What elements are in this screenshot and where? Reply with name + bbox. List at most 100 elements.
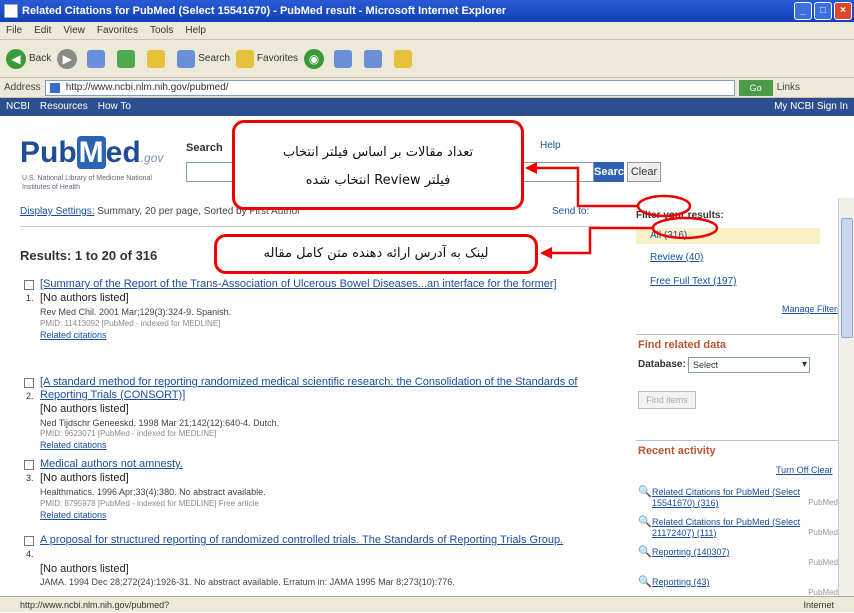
star-icon <box>235 49 254 68</box>
refresh-icon <box>117 49 136 68</box>
menu-file[interactable]: File <box>6 22 22 39</box>
search-submit-button[interactable]: Search <box>594 162 631 182</box>
search-button[interactable]: Search <box>177 46 230 72</box>
mail-button[interactable] <box>334 46 358 72</box>
result-journal: JAMA. 1994 Dec 28;272(24):1926-31. No ab… <box>40 577 455 587</box>
ncbi-bar: NCBI Resources How To My NCBI Sign In <box>0 98 854 116</box>
result-title-link[interactable]: A proposal for structured reporting of r… <box>40 534 600 547</box>
filter-review[interactable]: Review (40) <box>650 252 703 263</box>
menu-favorites[interactable]: Favorites <box>97 22 138 39</box>
result-journal: Healthmatics. 1996 Apr;33(4):380. No abs… <box>40 487 266 497</box>
print-button[interactable] <box>364 46 388 72</box>
send-to-link[interactable]: Send to: <box>552 206 589 217</box>
toolbar: ◀ Back ▶ Search Favorites ◉ <box>0 40 854 78</box>
help-link[interactable]: Help <box>540 140 561 151</box>
menu-edit[interactable]: Edit <box>34 22 51 39</box>
result-journal: Rev Med Chil. 2001 Mar;129(3):324-9. Spa… <box>40 307 232 317</box>
menu-view[interactable]: View <box>63 22 85 39</box>
folder-icon <box>394 49 413 68</box>
display-settings-link[interactable]: Display Settings: <box>20 206 94 217</box>
pubmed-logo[interactable]: PubMed.gov <box>20 136 163 170</box>
result-authors: [No authors listed] <box>40 563 129 575</box>
related-citations-link[interactable]: Related citations <box>40 510 107 520</box>
find-items-button[interactable]: Find items <box>638 391 696 409</box>
stop-icon <box>87 49 106 68</box>
search-query-icon: 🔍 <box>638 486 652 498</box>
database-select[interactable]: Select <box>688 357 810 373</box>
forward-button[interactable]: ▶ <box>57 46 81 72</box>
filter-count-callout: تعداد مقالات بر اساس فیلتر انتخاب فیلتر … <box>232 120 524 210</box>
security-zone: Internet <box>803 600 834 610</box>
result-authors: [No authors listed] <box>40 403 129 415</box>
minimize-button[interactable]: _ <box>794 2 812 20</box>
related-citations-link[interactable]: Related citations <box>40 440 107 450</box>
database-label: Database: <box>638 359 686 370</box>
resources-menu[interactable]: Resources <box>40 98 88 116</box>
close-button[interactable]: × <box>834 2 852 20</box>
go-button[interactable]: Go <box>738 79 773 96</box>
result-journal: Ned Tijdschr Geneeskd. 1998 Mar 21;142(1… <box>40 418 280 428</box>
back-arrow-icon: ◀ <box>6 48 26 69</box>
clear-button[interactable]: Clear <box>627 162 661 182</box>
result-checkbox[interactable] <box>24 460 34 470</box>
refresh-button[interactable] <box>117 46 141 72</box>
back-button[interactable]: ◀ Back <box>6 46 51 72</box>
sidebar: Filter your results: All (316) Review (4… <box>636 200 854 610</box>
menu-tools[interactable]: Tools <box>150 22 173 39</box>
scrollbar-thumb[interactable] <box>841 218 853 338</box>
print-icon <box>364 49 383 68</box>
related-data-panel: Find related data ▾ Database: Select Fin… <box>636 334 850 424</box>
maximize-button[interactable]: □ <box>814 2 832 20</box>
menu-bar: File Edit View Favorites Tools Help <box>0 22 854 40</box>
my-ncbi-link[interactable]: My NCBI Sign In <box>774 98 848 116</box>
home-button[interactable] <box>147 46 171 72</box>
result-checkbox[interactable] <box>24 280 34 290</box>
ie-icon <box>4 4 18 18</box>
filter-title: Filter your results: <box>636 210 724 221</box>
menu-help[interactable]: Help <box>185 22 206 39</box>
activity-item[interactable]: 🔍 Related Citations for PubMed (Select 15… <box>638 487 838 511</box>
recent-activity-title: Recent activity <box>638 445 716 457</box>
manage-filters-link[interactable]: Manage Filters <box>782 304 842 314</box>
links-label[interactable]: Links <box>777 82 800 93</box>
activity-item[interactable]: 🔍 Reporting (140307) PubMed <box>638 547 838 571</box>
forward-arrow-icon: ▶ <box>57 48 78 69</box>
mail-icon <box>334 49 353 68</box>
activity-item[interactable]: 🔍 Related Citations for PubMed (Select 21… <box>638 517 838 541</box>
callout-line-1: تعداد مقالات بر اساس فیلتر انتخاب <box>282 145 474 160</box>
result-title-link[interactable]: [Summary of the Report of the Trans-Asso… <box>40 278 600 291</box>
media-icon: ◉ <box>304 48 325 69</box>
filter-free-full-text[interactable]: Free Full Text (197) <box>650 276 737 287</box>
vertical-scrollbar[interactable] <box>838 198 854 596</box>
stop-button[interactable] <box>87 46 111 72</box>
search-query-icon: 🔍 <box>638 576 652 588</box>
result-title-link[interactable]: Medical authors not amnesty. <box>40 458 600 471</box>
favorites-button[interactable]: Favorites <box>235 46 298 72</box>
nlm-subtitle: U.S. National Library of Medicine Nation… <box>22 175 152 191</box>
folder-button[interactable] <box>394 46 418 72</box>
address-bar: Address http://www.ncbi.nlm.nih.gov/pubm… <box>0 78 854 98</box>
result-checkbox[interactable] <box>24 378 34 388</box>
window-titlebar: Related Citations for PubMed (Select 155… <box>0 0 854 22</box>
howto-menu[interactable]: How To <box>98 98 131 116</box>
related-citations-link[interactable]: Related citations <box>40 330 107 340</box>
ncbi-home-link[interactable]: NCBI <box>6 98 30 116</box>
result-checkbox[interactable] <box>24 536 34 546</box>
divider <box>20 226 600 227</box>
recent-activity-panel: Recent activity ▾ Turn Off Clear 🔍Relate… <box>636 440 850 610</box>
result-pmid: PMID: 8795978 [PubMed - indexed for MEDL… <box>40 499 259 508</box>
media-button[interactable]: ◉ <box>304 46 328 72</box>
callout-line-2: فیلتر Review انتخاب شده <box>305 173 451 188</box>
result-title-link[interactable]: [A standard method for reporting randomi… <box>40 376 600 402</box>
status-bar: http://www.ncbi.nlm.nih.gov/pubmed? Inte… <box>0 596 854 612</box>
activity-controls[interactable]: Turn Off Clear <box>776 465 833 475</box>
results-count: Results: 1 to 20 of 316 <box>20 248 158 263</box>
filter-all[interactable]: All (316) <box>636 228 820 244</box>
address-label: Address <box>4 82 41 93</box>
address-field[interactable]: http://www.ncbi.nlm.nih.gov/pubmed/ <box>44 79 735 96</box>
status-text: http://www.ncbi.nlm.nih.gov/pubmed? <box>20 600 170 610</box>
result-authors: [No authors listed] <box>40 472 129 484</box>
search-query-icon: 🔍 <box>638 546 652 558</box>
related-data-title: Find related data <box>638 339 727 351</box>
search-query-icon: 🔍 <box>638 516 652 528</box>
